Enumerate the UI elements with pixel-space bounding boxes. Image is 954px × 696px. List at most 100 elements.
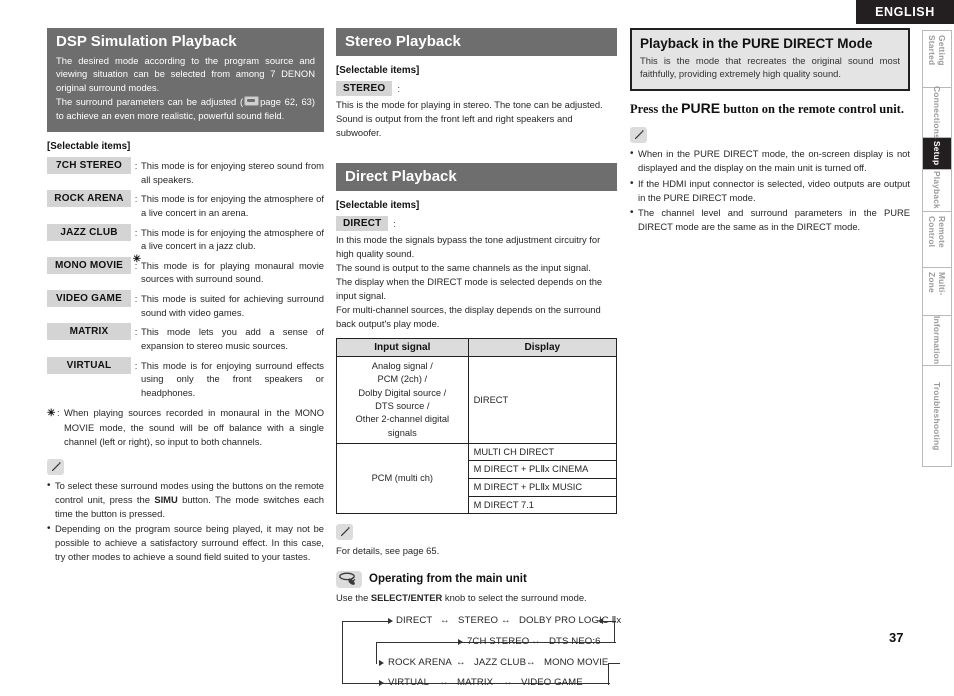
mode-chip-virtual[interactable]: VIRTUAL <box>47 356 131 374</box>
th-display: Display <box>467 337 618 357</box>
flow-label-mono-movie: MONO MOVIE <box>544 656 609 668</box>
mode-description: This mode lets you add a sense of expans… <box>141 326 324 351</box>
mode-chip-wrap: ROCK ARENA <box>47 190 131 208</box>
sidebar-item-troubleshooting[interactable]: Troubleshooting <box>923 366 951 466</box>
direct-selectable-heading: [Selectable items] <box>336 199 420 211</box>
footnote-text: When playing sources recorded in monaura… <box>64 407 324 447</box>
pure-direct-section: Playback in the PURE DIRECT Mode This is… <box>630 28 910 92</box>
pure-direct-title: Playback in the PURE DIRECT Mode <box>640 36 873 51</box>
direct-display-table: Input signal Display Analog signal / PCM … <box>336 337 618 515</box>
flow-label-dts-neo6: DTS NEO:6 <box>549 635 601 647</box>
flow-line <box>614 620 616 643</box>
sidebar-item-connections[interactable]: Connections <box>923 85 951 139</box>
mode-chip-mono-movie[interactable]: MONO MOVIE <box>47 256 131 274</box>
tab-label: Getting Started <box>927 35 947 66</box>
surround-mode-flow-diagram: DIRECT ↔ STEREO ↔ DOLBY PRO LOGIC Ⅱx 7CH… <box>336 612 621 696</box>
main-unit-title: Operating from the main unit <box>369 573 527 586</box>
colon: : <box>134 359 138 371</box>
mode-chip-direct[interactable]: DIRECT <box>336 215 389 231</box>
dsp-intro-part2a: The surround parameters can be adjusted … <box>56 96 244 108</box>
language-banner-label: ENGLISH <box>875 5 935 19</box>
mode-chip-stereo[interactable]: STEREO <box>336 81 393 97</box>
footnote: ✳ : When playing sources recorded in mon… <box>47 406 324 448</box>
list-item: VIDEO GAME : This mode is suited for ach… <box>47 290 324 319</box>
flow-bidir-arrow-icon: ↔ <box>503 676 513 688</box>
tab-label: Playback <box>932 171 942 210</box>
colon: : <box>134 193 138 205</box>
pencil-note-icon <box>630 127 647 144</box>
stereo-selectable-heading: [Selectable items] <box>336 65 420 77</box>
td-input-analog-group: Analog signal / PCM (2ch) / Dolby Digital … <box>336 355 469 445</box>
th-input-signal: Input signal <box>336 337 469 357</box>
flow-bidir-arrow-icon: ↔ <box>456 656 466 668</box>
sidebar-item-multi-zone[interactable]: Multi-Zone <box>923 268 951 316</box>
sidebar-item-setup[interactable]: Setup <box>923 137 951 171</box>
direct-chip-row: DIRECT : <box>336 215 617 231</box>
colon: : <box>393 217 397 229</box>
list-item: ROCK ARENA : This mode is for enjoying t… <box>47 190 324 219</box>
note-item-1: To select these surround modes using the… <box>47 478 324 521</box>
mode-description: This mode is for playing monaural movie … <box>141 259 324 285</box>
page-number: 37 <box>889 630 904 645</box>
mode-description: This mode is for enjoying stereo sound f… <box>141 160 324 185</box>
notes-list: To select these surround modes using the… <box>47 478 324 565</box>
dsp-simulation-section-header: DSP Simulation Playback The desired mode… <box>47 28 324 133</box>
list-item: JAZZ CLUB : This mode is for enjoying th… <box>47 223 324 253</box>
tab-label: Connections <box>932 85 942 139</box>
table-row: PCM (multi ch) MULTI CH DIRECT <box>336 443 618 515</box>
list-item: MATRIX : This mode lets you add a sense … <box>47 323 324 352</box>
list-item: 7CH STEREO : This mode is for enjoying s… <box>47 157 324 186</box>
pure-button-name: PURE <box>681 100 721 117</box>
mode-chip-7ch-stereo[interactable]: 7CH STEREO <box>47 157 131 175</box>
column-left: DSP Simulation Playback The desired mode… <box>47 28 324 565</box>
flow-bidir-arrow-icon: ↔ <box>439 676 449 688</box>
note-item-2: If the HDMI input connector is selected,… <box>630 176 910 205</box>
td-input-pcm-multi: PCM (multi ch) <box>336 443 469 515</box>
pure-button-instruction: Press the PURE button on the remote cont… <box>630 100 910 117</box>
main-unit-subtitle-pre: Use the <box>336 591 371 603</box>
mode-chip-wrap: MONO MOVIE ✳ <box>47 254 141 274</box>
td-display-direct: DIRECT <box>467 355 618 445</box>
tab-label: Troubleshooting <box>932 381 942 451</box>
mode-chip-video-game[interactable]: VIDEO GAME <box>47 290 131 308</box>
mode-chip-matrix[interactable]: MATRIX <box>47 323 131 341</box>
mode-chip-rock-arena[interactable]: ROCK ARENA <box>47 190 131 208</box>
stereo-chip-row: STEREO : <box>336 81 617 97</box>
td-display-plx-cinema: M DIRECT + PLⅡx CINEMA <box>467 460 618 480</box>
colon: : <box>134 293 138 305</box>
table-header-row: Input signal Display <box>336 337 618 357</box>
asterisk-marker: ✳ <box>132 253 141 265</box>
pure-direct-body: This is the mode that recreates the orig… <box>640 54 900 80</box>
main-unit-heading: Operating from the main unit <box>336 570 617 588</box>
sidebar-item-remote-control[interactable]: Remote Control <box>923 212 951 269</box>
chapter-tab-rail: Getting Started Connections Setup Playba… <box>922 30 952 467</box>
flow-arrow-icon <box>458 638 463 645</box>
flow-bidir-arrow-icon: ↔ <box>440 614 450 626</box>
flow-arrow-icon <box>379 659 384 666</box>
pure-direct-notes-list: When in the PURE DIRECT mode, the on-scr… <box>630 146 910 234</box>
tab-label: Setup <box>932 141 942 166</box>
flow-line <box>342 620 390 622</box>
mode-chip-wrap: VIDEO GAME <box>47 290 131 308</box>
pencil-note-icon <box>47 458 64 475</box>
main-unit-subtitle: Use the SELECT/ENTER knob to select the … <box>336 592 617 603</box>
main-unit-subtitle-post: knob to select the surround mode. <box>442 591 587 603</box>
mode-chip-jazz-club[interactable]: JAZZ CLUB <box>47 223 131 241</box>
sidebar-item-playback[interactable]: Playback <box>923 170 951 212</box>
flow-arrow-icon <box>379 679 384 686</box>
flow-label-jazz-club: JAZZ CLUB <box>474 656 527 668</box>
flow-arrow-icon <box>388 617 393 624</box>
select-enter-knob-name: SELECT/ENTER <box>370 591 443 603</box>
colon: : <box>134 326 138 338</box>
stereo-line-1: This is the mode for playing in stereo. … <box>336 99 603 111</box>
flow-line <box>608 662 620 664</box>
table-row: Analog signal / PCM (2ch) / Dolby Digital … <box>336 355 618 445</box>
colon: : <box>134 226 138 238</box>
sidebar-item-information[interactable]: Information <box>923 316 951 366</box>
column-middle: Stereo Playback [Selectable items] STERE… <box>336 28 621 696</box>
detail-note: For details, see page 65. <box>336 545 440 557</box>
sidebar-item-getting-started[interactable]: Getting Started <box>923 31 951 88</box>
flow-bidir-arrow-icon: ↔ <box>501 614 511 626</box>
mode-chip-wrap: MATRIX <box>47 323 131 341</box>
flow-label-rock-arena: ROCK ARENA <box>388 656 452 668</box>
